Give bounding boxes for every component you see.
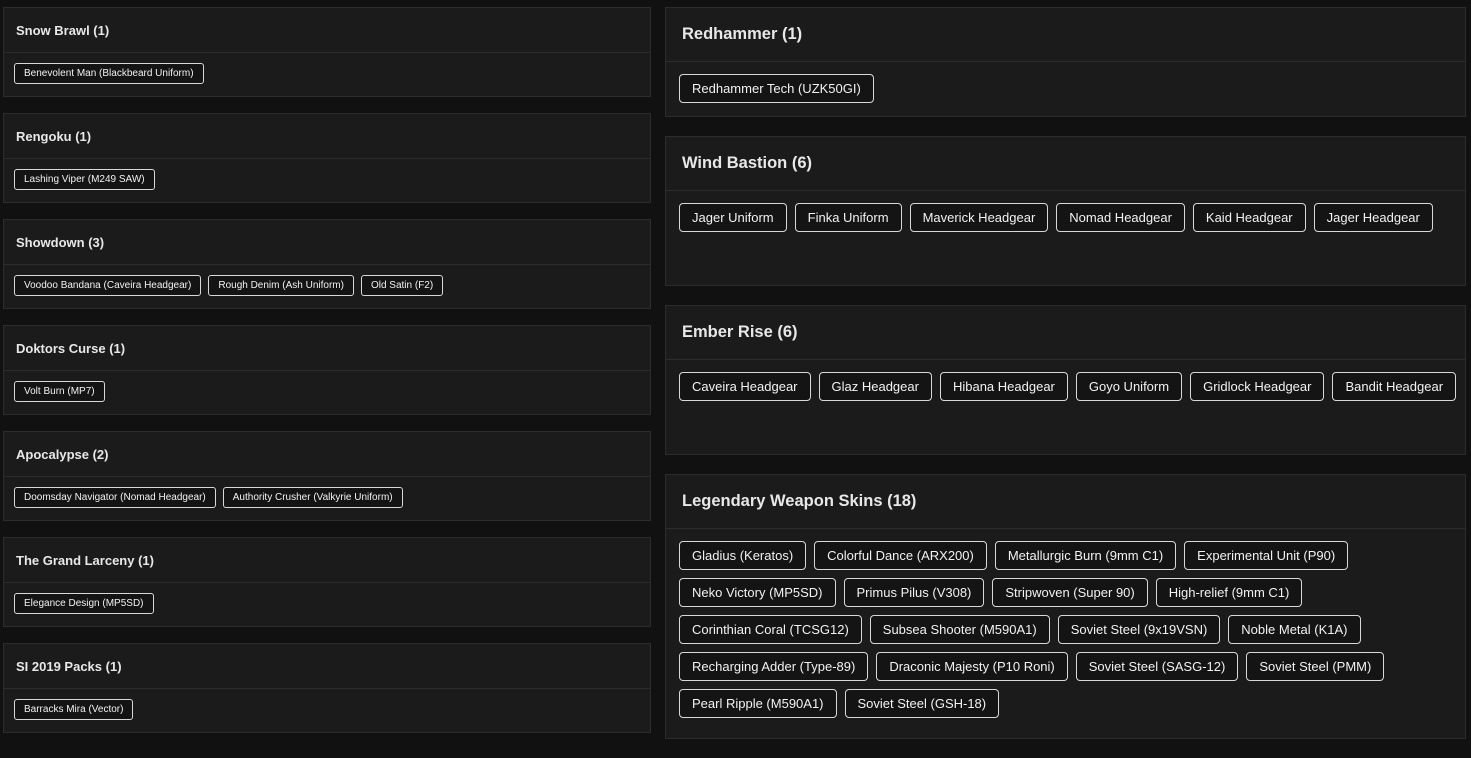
item-tag[interactable]: Experimental Unit (P90): [1184, 541, 1349, 570]
item-tag[interactable]: Goyo Uniform: [1075, 372, 1183, 401]
section-title: Ember Rise (6): [666, 306, 1465, 360]
section-title: Rengoku (1): [4, 114, 650, 159]
section-title: Doktors Curse (1): [4, 326, 650, 371]
item-tag[interactable]: Primus Pilus (V308): [843, 578, 985, 607]
section-title: Legendary Weapon Skins (18): [666, 475, 1465, 529]
section-title: Snow Brawl (1): [4, 8, 650, 53]
section-card: Snow Brawl (1) Benevolent Man (Blackbear…: [3, 7, 651, 97]
section-card: Rengoku (1) Lashing Viper (M249 SAW): [3, 113, 651, 203]
section-card: Showdown (3) Voodoo Bandana (Caveira Hea…: [3, 219, 651, 309]
section-items: Lashing Viper (M249 SAW): [4, 159, 650, 190]
item-tag[interactable]: Elegance Design (MP5SD): [14, 593, 154, 614]
section-items: Voodoo Bandana (Caveira Headgear) Rough …: [4, 265, 650, 296]
section-card: Doktors Curse (1) Volt Burn (MP7): [3, 325, 651, 415]
item-tag[interactable]: Pearl Ripple (M590A1): [679, 689, 837, 718]
section-items: Barracks Mira (Vector): [4, 689, 650, 720]
item-tag[interactable]: Soviet Steel (GSH-18): [844, 689, 1000, 718]
item-tag[interactable]: Glaz Headgear: [818, 372, 932, 401]
item-tag[interactable]: Colorful Dance (ARX200): [814, 541, 987, 570]
item-tag[interactable]: Volt Burn (MP7): [14, 381, 105, 402]
section-items: Redhammer Tech (UZK50GI): [666, 62, 1465, 109]
section-card: Apocalypse (2) Doomsday Navigator (Nomad…: [3, 431, 651, 521]
section-items: Doomsday Navigator (Nomad Headgear) Auth…: [4, 477, 650, 508]
section-items: Benevolent Man (Blackbeard Uniform): [4, 53, 650, 84]
section-title: Apocalypse (2): [4, 432, 650, 477]
item-tag[interactable]: Draconic Majesty (P10 Roni): [876, 652, 1068, 681]
section-title: Wind Bastion (6): [666, 137, 1465, 191]
item-tag[interactable]: Lashing Viper (M249 SAW): [14, 169, 155, 190]
left-column: Snow Brawl (1) Benevolent Man (Blackbear…: [3, 7, 651, 749]
item-tag[interactable]: Metallurgic Burn (9mm C1): [994, 541, 1177, 570]
section-items: Jager Uniform Finka Uniform Maverick Hea…: [666, 191, 1465, 238]
section-card: Ember Rise (6) Caveira Headgear Glaz Hea…: [665, 305, 1466, 455]
item-tag[interactable]: Rough Denim (Ash Uniform): [208, 275, 354, 296]
item-tag[interactable]: Maverick Headgear: [909, 203, 1049, 232]
section-card: Redhammer (1) Redhammer Tech (UZK50GI): [665, 7, 1466, 117]
section-title: The Grand Larceny (1): [4, 538, 650, 583]
item-tag[interactable]: Authority Crusher (Valkyrie Uniform): [222, 487, 403, 508]
item-tag[interactable]: Bandit Headgear: [1332, 372, 1457, 401]
section-items: Caveira Headgear Glaz Headgear Hibana He…: [666, 360, 1465, 407]
section-items: Gladius (Keratos) Colorful Dance (ARX200…: [666, 529, 1465, 724]
section-title: Showdown (3): [4, 220, 650, 265]
item-tag[interactable]: Stripwoven (Super 90): [992, 578, 1148, 607]
item-tag[interactable]: Soviet Steel (PMM): [1246, 652, 1385, 681]
item-tag[interactable]: Subsea Shooter (M590A1): [869, 615, 1050, 644]
section-items: Elegance Design (MP5SD): [4, 583, 650, 614]
item-tag[interactable]: Noble Metal (K1A): [1228, 615, 1361, 644]
item-tag[interactable]: Barracks Mira (Vector): [14, 699, 134, 720]
item-tag[interactable]: Old Satin (F2): [360, 275, 444, 296]
item-tag[interactable]: Hibana Headgear: [939, 372, 1068, 401]
item-tag[interactable]: Soviet Steel (SASG-12): [1075, 652, 1239, 681]
section-card: Legendary Weapon Skins (18) Gladius (Ker…: [665, 474, 1466, 739]
item-tag[interactable]: Soviet Steel (9x19VSN): [1057, 615, 1221, 644]
item-tag[interactable]: Gridlock Headgear: [1190, 372, 1325, 401]
item-tag[interactable]: Caveira Headgear: [679, 372, 811, 401]
section-title: SI 2019 Packs (1): [4, 644, 650, 689]
item-tag[interactable]: Nomad Headgear: [1056, 203, 1185, 232]
section-title: Redhammer (1): [666, 8, 1465, 62]
section-card: The Grand Larceny (1) Elegance Design (M…: [3, 537, 651, 627]
item-tag[interactable]: Jager Headgear: [1313, 203, 1433, 232]
section-items: Volt Burn (MP7): [4, 371, 650, 402]
item-tag[interactable]: Neko Victory (MP5SD): [679, 578, 836, 607]
item-tag[interactable]: Doomsday Navigator (Nomad Headgear): [14, 487, 216, 508]
item-tag[interactable]: Gladius (Keratos): [679, 541, 807, 570]
item-tag[interactable]: Redhammer Tech (UZK50GI): [679, 74, 874, 103]
item-tag[interactable]: Corinthian Coral (TCSG12): [679, 615, 862, 644]
section-card: SI 2019 Packs (1) Barracks Mira (Vector): [3, 643, 651, 733]
right-column: Redhammer (1) Redhammer Tech (UZK50GI) W…: [665, 7, 1466, 758]
item-tag[interactable]: Kaid Headgear: [1192, 203, 1306, 232]
item-tag[interactable]: Jager Uniform: [679, 203, 787, 232]
item-tag[interactable]: Voodoo Bandana (Caveira Headgear): [14, 275, 202, 296]
item-tag[interactable]: Benevolent Man (Blackbeard Uniform): [14, 63, 204, 84]
item-tag[interactable]: Recharging Adder (Type-89): [679, 652, 869, 681]
item-tag[interactable]: Finka Uniform: [794, 203, 902, 232]
item-tag[interactable]: High-relief (9mm C1): [1155, 578, 1303, 607]
section-card: Wind Bastion (6) Jager Uniform Finka Uni…: [665, 136, 1466, 286]
